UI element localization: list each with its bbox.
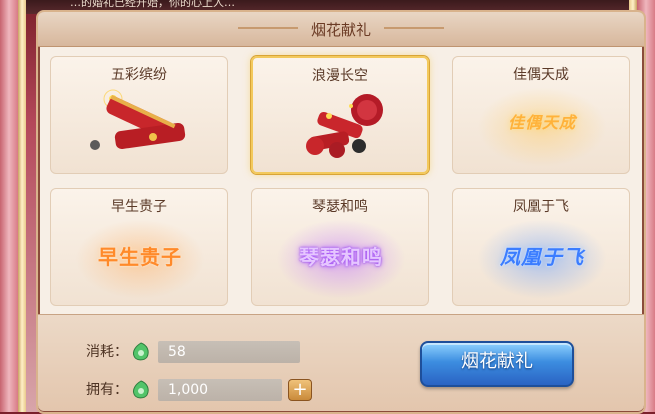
banner-text: …的婚礼已经开始，你的心上人… (70, 0, 235, 9)
dialog-title-bar: 烟花献礼 (38, 12, 644, 47)
firework-card-label: 佳偶天成 (513, 67, 569, 83)
green-jade-icon (130, 380, 152, 400)
art-text: 佳偶天成 (507, 113, 576, 132)
firework-card-label: 五彩缤纷 (111, 67, 167, 83)
calligraphy-gold-icon: 佳偶天成 (477, 87, 607, 167)
fireworks-gift-button[interactable]: 烟花献礼 (420, 341, 574, 387)
firework-card-wucai[interactable]: 五彩缤纷 (50, 56, 228, 174)
firework-card-langman[interactable]: 浪漫长空 (251, 56, 429, 174)
fireworks-dialog: 烟花献礼 五彩缤纷 浪漫长空 佳偶天成 佳偶天成 早生贵子 早生贵子 琴瑟和鸣 … (36, 10, 646, 414)
calligraphy-orange-icon: 早生贵子 (75, 219, 205, 299)
cost-value-field: 58 (158, 341, 300, 363)
calligraphy-purple-icon: 琴瑟和鸣 (276, 219, 406, 299)
title-ornament-right (384, 27, 444, 29)
cost-label: 消耗： (86, 344, 128, 360)
firework-card-zaosheng[interactable]: 早生贵子 早生贵子 (50, 188, 228, 306)
art-text: 凤凰于飞 (500, 245, 584, 269)
add-currency-button[interactable]: + (288, 379, 312, 401)
firework-card-label: 凤凰于飞 (513, 199, 569, 215)
art-text: 琴瑟和鸣 (299, 245, 383, 269)
firework-card-label: 早生贵子 (111, 199, 167, 215)
firework-card-qinse[interactable]: 琴瑟和鸣 琴瑟和鸣 (251, 188, 429, 306)
firecracker-cluster-icon (277, 88, 407, 168)
fireworks-grid: 五彩缤纷 浪漫长空 佳偶天成 佳偶天成 早生贵子 早生贵子 琴瑟和鸣 琴瑟和鸣 … (50, 56, 630, 312)
firework-card-fenghuang[interactable]: 凤凰于飞 凤凰于飞 (452, 188, 630, 306)
green-jade-icon (130, 342, 152, 362)
firework-card-label: 浪漫长空 (312, 68, 368, 84)
firework-card-label: 琴瑟和鸣 (312, 199, 368, 215)
cost-panel: 消耗： 58 拥有： 1,000 + 烟花献礼 (38, 314, 644, 411)
owned-value-field: 1,000 (158, 379, 282, 401)
pillar-left-decoration (18, 0, 26, 412)
firecracker-icon (75, 87, 205, 167)
calligraphy-blue-icon: 凤凰于飞 (477, 219, 607, 299)
owned-label: 拥有： (86, 382, 128, 398)
firework-card-jiaou[interactable]: 佳偶天成 佳偶天成 (452, 56, 630, 174)
dialog-title: 烟花献礼 (310, 21, 371, 39)
art-text: 早生贵子 (98, 245, 182, 269)
curtain-left-decoration (0, 0, 18, 412)
